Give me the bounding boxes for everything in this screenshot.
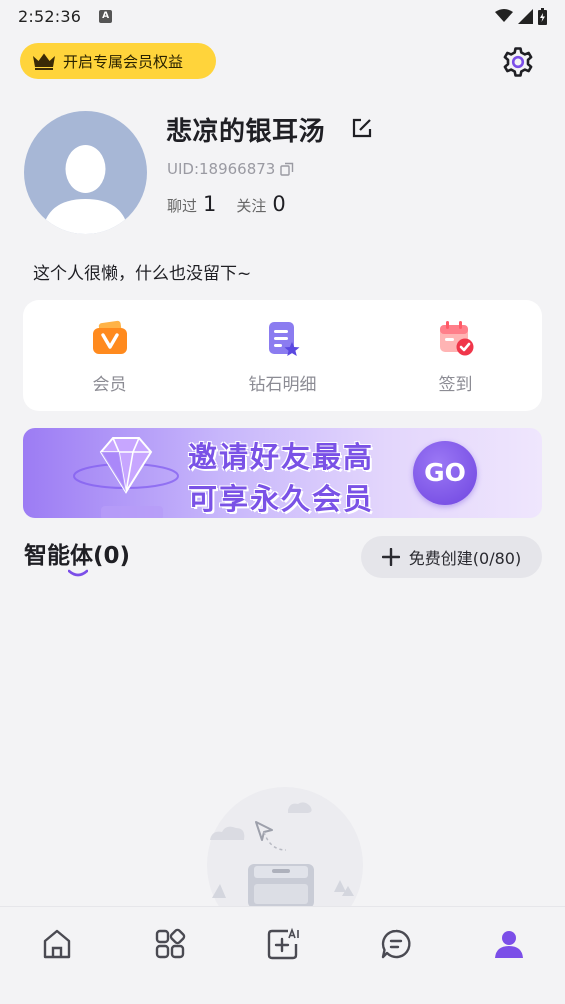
wifi-icon	[495, 9, 513, 22]
nickname: 悲凉的银耳汤	[166, 117, 326, 147]
settings-gear-icon[interactable]	[500, 44, 536, 80]
tab-discover[interactable]	[113, 907, 226, 1004]
crown-icon	[33, 53, 55, 70]
copy-icon[interactable]	[280, 162, 294, 176]
profile-icon	[494, 931, 523, 958]
diamond-detail-button[interactable]: 钻石明细	[196, 300, 369, 411]
empty-state-illustration-icon	[207, 787, 363, 908]
profile-stats: 聊过 1 关注 0	[167, 192, 306, 216]
title-underline-decoration	[68, 569, 88, 577]
banner-line-2: 可享永久会员	[188, 482, 375, 516]
status-icons	[495, 7, 547, 25]
agents-section-title: 智能体(0)	[24, 543, 131, 569]
bottom-tab-bar	[0, 906, 565, 1004]
default-avatar-icon	[42, 145, 129, 234]
follow-label: 关注	[236, 197, 267, 215]
tab-profile[interactable]	[452, 907, 565, 1004]
invite-banner[interactable]: 邀请好友最高 可享永久会员 GO	[23, 428, 542, 518]
uid-text: UID:18966873	[167, 160, 276, 178]
notification-badge-icon: A	[99, 9, 113, 23]
avatar[interactable]	[24, 111, 147, 234]
vip-benefits-label: 开启专属会员权益	[63, 52, 184, 71]
signal-icon	[518, 8, 533, 24]
tab-ai-create[interactable]	[226, 907, 339, 1004]
checkin-button[interactable]: 签到	[369, 300, 542, 411]
checkin-calendar-icon	[439, 321, 473, 356]
plus-icon	[381, 548, 400, 566]
ai-create-icon	[267, 927, 299, 960]
tab-messages[interactable]	[339, 907, 452, 1004]
banner-line-1: 邀请好友最高	[188, 440, 375, 474]
status-bar: 2:52:36 A	[0, 0, 565, 32]
follow-count[interactable]: 0	[272, 192, 285, 216]
checkin-label: 签到	[438, 375, 473, 395]
create-agent-button[interactable]: 免费创建(0/80)	[361, 536, 542, 578]
apps-grid-icon	[155, 928, 185, 959]
status-time: 2:52:36	[18, 6, 82, 26]
diamond-gem-icon	[73, 437, 179, 518]
diamond-detail-icon	[268, 322, 299, 356]
tab-home[interactable]	[0, 907, 113, 1004]
home-icon	[43, 929, 70, 959]
edit-icon[interactable]	[351, 117, 373, 139]
vip-button[interactable]: 会员	[23, 300, 196, 411]
uid-row: UID:18966873	[167, 160, 294, 178]
diamond-detail-label: 钻石明细	[248, 375, 317, 395]
battery-icon	[538, 7, 547, 25]
vip-label: 会员	[92, 375, 127, 395]
bio-text: 这个人很懒，什么也没留下~	[33, 264, 252, 284]
vip-icon	[92, 320, 127, 354]
vip-benefits-button[interactable]: 开启专属会员权益	[20, 43, 216, 79]
chat-icon	[381, 929, 411, 959]
chat-label: 聊过	[167, 197, 198, 215]
banner-go-button[interactable]: GO	[413, 441, 477, 505]
chat-count[interactable]: 1	[203, 192, 216, 216]
quick-actions-card: 会员 钻石明细 签到	[23, 300, 542, 411]
create-agent-label: 免费创建(0/80)	[408, 549, 522, 568]
